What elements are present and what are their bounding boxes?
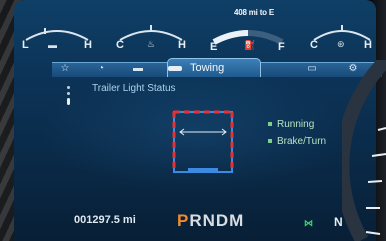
gauge-low-label: C (310, 39, 318, 51)
truck-icon: ▭ (307, 63, 317, 74)
transmission-temp-gauge: C H ⊛ (306, 14, 376, 54)
legend-running: Running (268, 119, 314, 130)
tab-truck-apps[interactable]: ▭ (300, 62, 324, 76)
scroll-indicator-active (67, 98, 70, 105)
coolant-temp-icon: ♨ (147, 39, 156, 49)
trailer-outline (173, 111, 233, 173)
speedometer-edge (342, 60, 386, 241)
vehicle-icon: ▬ (133, 63, 143, 74)
tow-haul-icon: ⋈ (304, 218, 313, 228)
fuel-gauge: E F ⛽ (206, 14, 290, 54)
gauge-icon: ◔ (97, 63, 105, 74)
star-icon: ☆ (60, 63, 70, 74)
other-gears: RNDM (189, 211, 245, 230)
fuel-pump-icon: ⛽ (244, 40, 256, 50)
gauge-high-label: H (364, 39, 372, 51)
transmission-temp-icon: ⊛ (337, 39, 345, 49)
oil-temp-gauge: L H ▬ (18, 14, 96, 54)
legend-brake-turn: Brake/Turn (268, 136, 326, 147)
tab-vehicle[interactable]: ▬ (124, 62, 152, 76)
trailer-icon (168, 65, 182, 71)
trailer-rear-bar (188, 168, 218, 172)
gauge-low-label: L (22, 39, 29, 51)
gauge-high-label: H (84, 39, 92, 51)
selected-gear: P (177, 211, 190, 230)
gauge-high-label: H (178, 39, 186, 51)
range-to-empty: 408 mi to E (233, 8, 275, 17)
gauge-full-label: F (278, 41, 285, 53)
running-indicator-icon (268, 122, 272, 127)
odometer: 001297.5 mi (74, 214, 136, 226)
oil-temp-icon: ▬ (48, 40, 57, 50)
tab-towing[interactable]: Towing (167, 58, 261, 77)
instrument-cluster: L H ▬ C H ♨ E F ⛽ 408 mi to E C H ⊛ ☆ ◔ … (0, 0, 386, 241)
scroll-indicator-dot (67, 86, 70, 89)
gear-indicator: PRNDM (177, 211, 244, 231)
tab-favorites[interactable]: ☆ (54, 62, 76, 76)
gauge-empty-label: E (210, 41, 218, 53)
tab-gauges[interactable]: ◔ (90, 62, 112, 76)
scroll-indicator-dot (67, 92, 70, 95)
tab-towing-label: Towing (190, 62, 225, 74)
coolant-temp-gauge: C H ♨ (112, 14, 190, 54)
trailer-light-diagram (172, 110, 234, 173)
legend-brake-turn-label: Brake/Turn (277, 136, 327, 147)
cluster-display: L H ▬ C H ♨ E F ⛽ 408 mi to E C H ⊛ ☆ ◔ … (14, 0, 382, 241)
menu-tabs: ☆ ◔ ▬ Towing ▭ ⚙ (52, 58, 382, 78)
brake-turn-indicator-icon (268, 139, 272, 144)
trailer-light-status-title: Trailer Light Status (92, 83, 176, 94)
gauge-low-label: C (116, 39, 124, 51)
legend-running-label: Running (277, 119, 315, 130)
